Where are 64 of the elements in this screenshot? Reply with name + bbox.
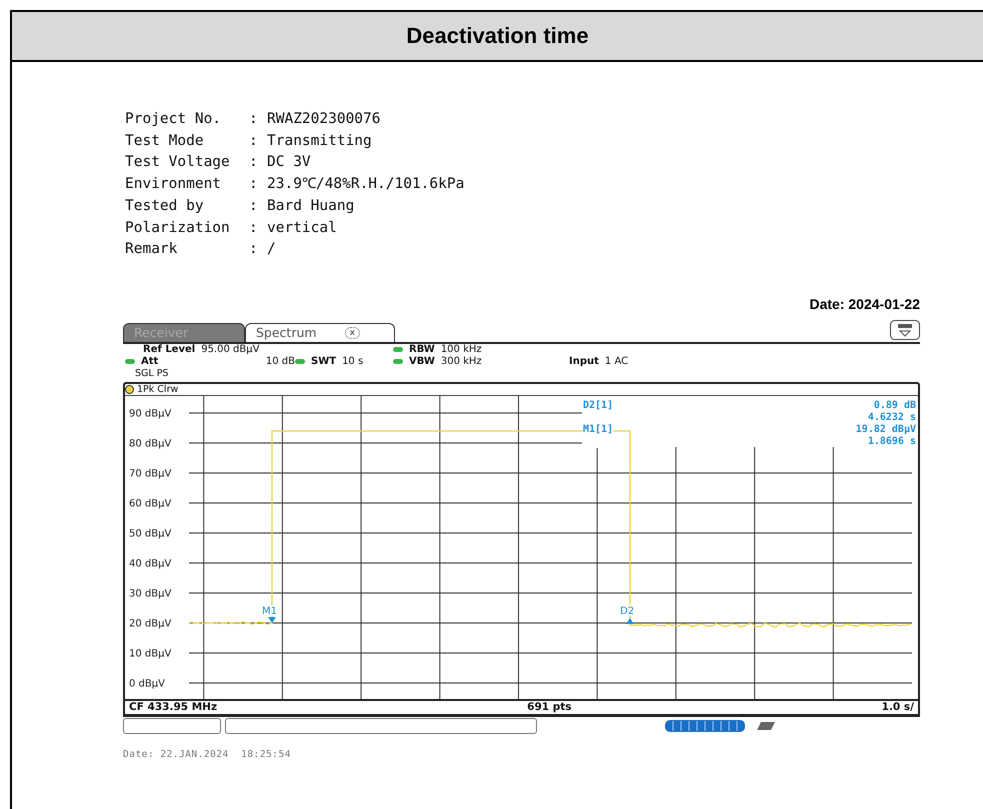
setting-value: 300 kHz bbox=[440, 356, 482, 368]
info-value: RWAZ202300076 bbox=[267, 110, 380, 129]
progress-indicator-icon bbox=[665, 720, 745, 732]
info-separator: : bbox=[249, 110, 259, 129]
info-value: DC 3V bbox=[267, 153, 311, 172]
setting-label: Input bbox=[569, 356, 599, 368]
info-separator: : bbox=[249, 175, 259, 194]
setting-label: VBW bbox=[409, 356, 435, 368]
y-axis-label: 30 dBµV bbox=[129, 588, 172, 600]
info-label: Remark bbox=[125, 240, 178, 260]
setting-value: 1 AC bbox=[604, 356, 628, 368]
info-value: vertical bbox=[267, 218, 337, 238]
info-value: Transmitting bbox=[267, 132, 372, 151]
y-axis-label: 40 dBµV bbox=[129, 558, 172, 570]
marker-value: 0.89 dB bbox=[874, 400, 916, 412]
setting-label: SWT bbox=[311, 356, 336, 368]
setting-label: RBW bbox=[409, 344, 435, 356]
info-value: 23.9℃/48%R.H./101.6kPa bbox=[267, 175, 464, 194]
y-axis-label: 70 dBµV bbox=[129, 468, 172, 480]
time-per-division: 1.0 s/ bbox=[882, 700, 914, 714]
y-axis-label: 90 dBµV bbox=[129, 408, 172, 420]
info-label: Project No. bbox=[125, 110, 222, 129]
info-separator: : bbox=[249, 240, 259, 260]
setting-label: Att bbox=[141, 356, 158, 368]
analyzer-tab[interactable]: Spectrum x bbox=[245, 322, 395, 342]
trace-label: 1Pk Clrw bbox=[137, 384, 178, 395]
marker-value: 19.82 dBµV bbox=[856, 424, 916, 436]
info-value: Bard Huang bbox=[267, 196, 354, 216]
marker-value: 4.6232 s bbox=[868, 412, 916, 424]
info-label: Polarization bbox=[125, 218, 231, 238]
setting-label: Ref Level bbox=[143, 344, 196, 356]
info-label: Environment bbox=[125, 175, 222, 194]
marker-icon bbox=[268, 616, 276, 623]
setting-value: 10 dB bbox=[266, 356, 295, 368]
device-icon bbox=[755, 721, 777, 732]
y-axis-label: 20 dBµV bbox=[129, 618, 172, 630]
info-label: Test Voltage bbox=[125, 153, 231, 172]
dropdown-menu-icon[interactable] bbox=[890, 320, 920, 340]
y-axis-label: 50 dBµV bbox=[129, 528, 172, 540]
info-separator: : bbox=[249, 132, 259, 151]
info-label: Test Mode bbox=[125, 132, 205, 151]
report-date: Date: 2024-01-22 bbox=[809, 296, 920, 312]
y-axis-label: 0 dBµV bbox=[129, 678, 165, 690]
marker-icon bbox=[626, 618, 634, 624]
setting-value: 100 kHz bbox=[440, 344, 482, 356]
marker-name: M1[1] bbox=[583, 424, 614, 448]
info-label: Tested by bbox=[125, 196, 205, 216]
sweep-mode: SGL PS bbox=[135, 368, 168, 379]
trace-indicator-icon bbox=[125, 384, 134, 394]
info-value: / bbox=[267, 240, 276, 260]
info-separator: : bbox=[249, 218, 259, 238]
info-separator: : bbox=[249, 196, 259, 216]
setting-value: 95.00 dBµV bbox=[201, 344, 260, 356]
y-axis-label: 10 dBµV bbox=[129, 648, 172, 660]
center-frequency: CF 433.95 MHz bbox=[129, 700, 218, 714]
marker-value: 1.8696 s bbox=[868, 436, 916, 448]
info-separator: : bbox=[249, 153, 259, 172]
y-axis-label: 60 dBµV bbox=[129, 498, 172, 510]
setting-value: 10 s bbox=[342, 356, 364, 368]
capture-timestamp: Date: 22.JAN.2024 18:25:54 bbox=[123, 748, 291, 760]
y-axis-label: 80 dBµV bbox=[129, 438, 172, 450]
section-title: Deactivation time bbox=[12, 12, 983, 62]
sweep-points: 691 pts bbox=[527, 700, 572, 714]
close-button[interactable]: x bbox=[344, 326, 360, 339]
